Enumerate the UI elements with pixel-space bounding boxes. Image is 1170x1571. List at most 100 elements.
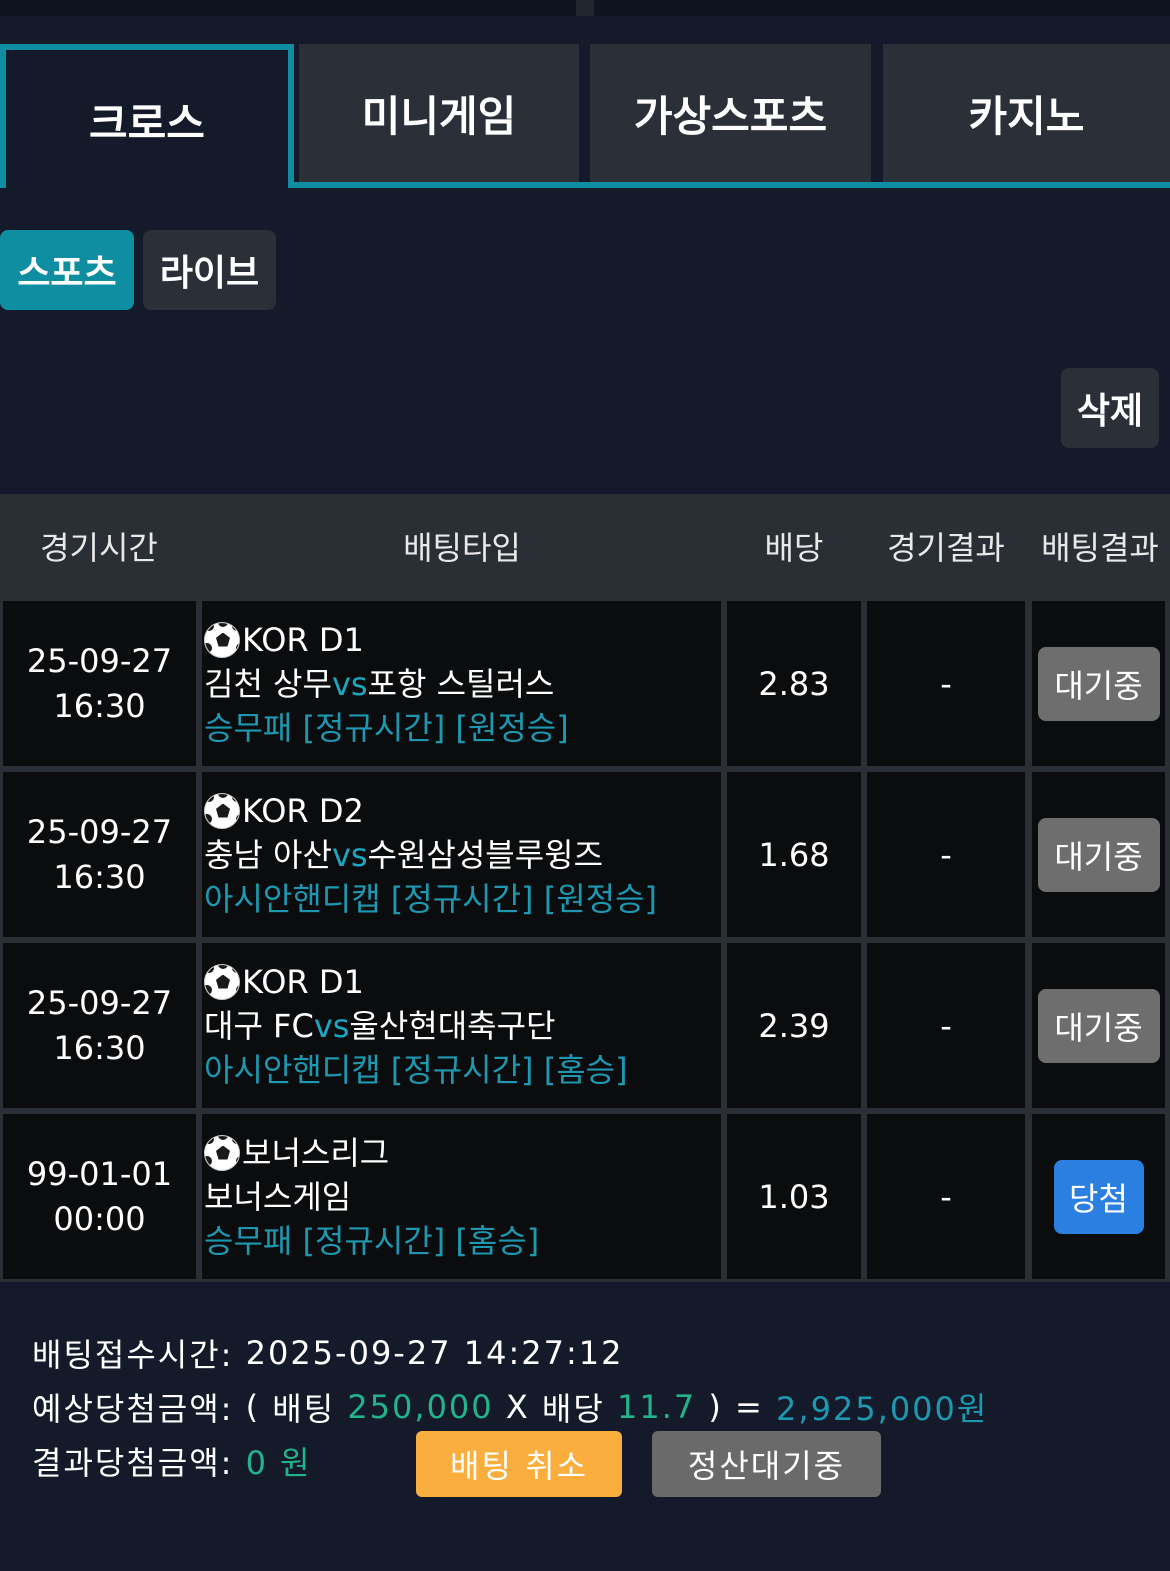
match-result-cell: - xyxy=(867,772,1025,937)
match-teams: 보너스게임 xyxy=(204,1175,351,1219)
match-result-cell: - xyxy=(867,943,1025,1108)
subtab-sports[interactable]: 스포츠 xyxy=(0,230,134,310)
total-odds: 11.7 xyxy=(616,1388,697,1426)
tab-virtual-sports[interactable]: 가상스포츠 xyxy=(590,44,871,182)
soccer-ball-icon xyxy=(204,1134,240,1171)
bet-table-body: 25-09-27 16:30 KOR D1 김천 상무vs포항 스틸러스 승무패… xyxy=(0,598,1170,1282)
league-line: KOR D1 xyxy=(204,618,364,662)
league-name: 보너스리그 xyxy=(242,1133,390,1172)
bet-result-cell: 대기중 xyxy=(1032,943,1165,1108)
table-row: 99-01-01 00:00 보너스리그 보너스게임 승무패 [정규시간] [홈… xyxy=(0,1111,1170,1282)
bet-amount: 250,000 xyxy=(347,1388,494,1426)
top-strip xyxy=(0,0,1170,16)
match-clock: 16:30 xyxy=(53,686,146,725)
expected-winnings-line: 예상당첨금액: ( 배팅 250,000 X 배당 11.7 ) = 2,925… xyxy=(32,1380,988,1434)
soccer-ball-icon xyxy=(204,792,240,829)
status-badge: 대기중 xyxy=(1037,646,1160,721)
header-bet-type: 배팅타입 xyxy=(403,529,521,567)
league-line: 보너스리그 xyxy=(204,1131,389,1175)
odds-cell: 1.68 xyxy=(727,772,861,937)
table-row: 25-09-27 16:30 KOR D2 충남 아산vs수원삼성블루윙즈 아시… xyxy=(0,769,1170,940)
close-equals: ) = xyxy=(708,1388,764,1426)
tab-underline xyxy=(288,182,1170,188)
cancel-bet-button[interactable]: 배팅 취소 xyxy=(416,1431,622,1497)
delete-button[interactable]: 삭제 xyxy=(1061,368,1159,448)
bet-pick: 아시안핸디캡 [정규시간] [원정승] xyxy=(204,879,658,918)
match-time-cell: 25-09-27 16:30 xyxy=(3,772,196,937)
table-row: 25-09-27 16:30 KOR D1 김천 상무vs포항 스틸러스 승무패… xyxy=(0,598,1170,769)
match-time-cell: 25-09-27 16:30 xyxy=(3,943,196,1108)
home-team: 김천 상무 xyxy=(204,664,332,703)
result-winnings-line: 결과당첨금액: 0 원 xyxy=(32,1434,312,1488)
received-time-label: 배팅접수시간: xyxy=(32,1336,234,1374)
table-header: 경기시간 배팅타입 배당 경기결과 배팅결과 xyxy=(0,494,1170,598)
header-bet-result: 배팅결과 xyxy=(1041,529,1159,567)
bet-type-cell: KOR D1 김천 상무vs포항 스틸러스 승무패 [정규시간] [원정승] xyxy=(202,601,721,766)
expected-winnings-label: 예상당첨금액: xyxy=(32,1390,234,1428)
received-time-value: 2025-09-27 14:27:12 xyxy=(245,1334,624,1372)
league-name: KOR D1 xyxy=(242,962,364,1001)
bet-result-cell: 당첨 xyxy=(1032,1114,1165,1279)
home-team: 보너스게임 xyxy=(204,1177,352,1216)
home-team: 대구 FC xyxy=(204,1006,314,1045)
status-badge: 당첨 xyxy=(1053,1159,1144,1234)
match-date: 99-01-01 xyxy=(26,1154,173,1193)
table-row: 25-09-27 16:30 KOR D1 대구 FCvs울산현대축구단 아시안… xyxy=(0,940,1170,1111)
match-date: 25-09-27 xyxy=(26,983,173,1022)
league-name: KOR D2 xyxy=(242,791,364,830)
odds-word: 배당 xyxy=(541,1390,605,1428)
match-teams: 대구 FCvs울산현대축구단 xyxy=(204,1004,556,1048)
top-strip-divider xyxy=(576,0,594,16)
away-team: 포항 스틸러스 xyxy=(367,664,555,703)
match-date: 25-09-27 xyxy=(26,812,173,851)
expected-amount: 2,925,000원 xyxy=(776,1390,989,1428)
league-name: KOR D1 xyxy=(242,620,364,659)
bet-pick: 승무패 [정규시간] [홈승] xyxy=(204,1221,540,1260)
bet-result-cell: 대기중 xyxy=(1032,601,1165,766)
odds-cell: 2.39 xyxy=(727,943,861,1108)
match-teams: 김천 상무vs포항 스틸러스 xyxy=(204,662,554,706)
header-match-result: 경기결과 xyxy=(887,529,1005,567)
status-badge: 대기중 xyxy=(1037,817,1160,892)
bet-type-cell: KOR D2 충남 아산vs수원삼성블루윙즈 아시안핸디캡 [정규시간] [원정… xyxy=(202,772,721,937)
bet-pick: 승무패 [정규시간] [원정승] xyxy=(204,708,569,747)
away-team: 수원삼성블루윙즈 xyxy=(367,835,604,874)
bet-result-cell: 대기중 xyxy=(1032,772,1165,937)
soccer-ball-icon xyxy=(204,621,240,658)
main-tab-bar: 크로스 미니게임 가상스포츠 카지노 xyxy=(0,44,1170,188)
settlement-pending-badge: 정산대기중 xyxy=(652,1431,881,1497)
match-time-cell: 25-09-27 16:30 xyxy=(3,601,196,766)
header-odds: 배당 xyxy=(764,529,824,567)
subtab-live[interactable]: 라이브 xyxy=(143,230,276,310)
result-amount: 0 원 xyxy=(245,1444,312,1482)
result-winnings-label: 결과당첨금액: xyxy=(32,1444,234,1482)
odds-cell: 2.83 xyxy=(727,601,861,766)
match-date: 25-09-27 xyxy=(26,641,173,680)
match-clock: 16:30 xyxy=(53,857,146,896)
match-clock: 00:00 xyxy=(53,1199,146,1238)
away-team: 울산현대축구단 xyxy=(349,1006,556,1045)
odds-cell: 1.03 xyxy=(727,1114,861,1279)
bet-type-cell: 보너스리그 보너스게임 승무패 [정규시간] [홈승] xyxy=(202,1114,721,1279)
tab-cross[interactable]: 크로스 xyxy=(0,44,294,188)
soccer-ball-icon xyxy=(204,963,240,1000)
league-line: KOR D2 xyxy=(204,789,364,833)
vs-label: vs xyxy=(313,1006,350,1045)
vs-label: vs xyxy=(331,835,368,874)
match-result-cell: - xyxy=(867,601,1025,766)
league-line: KOR D1 xyxy=(204,960,364,1004)
match-result-cell: - xyxy=(867,1114,1025,1279)
times-sign: X xyxy=(505,1388,530,1426)
received-time-line: 배팅접수시간: 2025-09-27 14:27:12 xyxy=(32,1326,623,1380)
match-time-cell: 99-01-01 00:00 xyxy=(3,1114,196,1279)
bet-word: 배팅 xyxy=(272,1390,336,1428)
bet-pick: 아시안핸디캡 [정규시간] [홈승] xyxy=(204,1050,628,1089)
match-clock: 16:30 xyxy=(53,1028,146,1067)
open-paren: ( xyxy=(245,1388,261,1426)
bet-type-cell: KOR D1 대구 FCvs울산현대축구단 아시안핸디캡 [정규시간] [홈승] xyxy=(202,943,721,1108)
tab-casino[interactable]: 카지노 xyxy=(883,44,1170,182)
tab-minigame[interactable]: 미니게임 xyxy=(299,44,579,182)
vs-label: vs xyxy=(331,664,368,703)
home-team: 충남 아산 xyxy=(204,835,332,874)
status-badge: 대기중 xyxy=(1037,988,1160,1063)
